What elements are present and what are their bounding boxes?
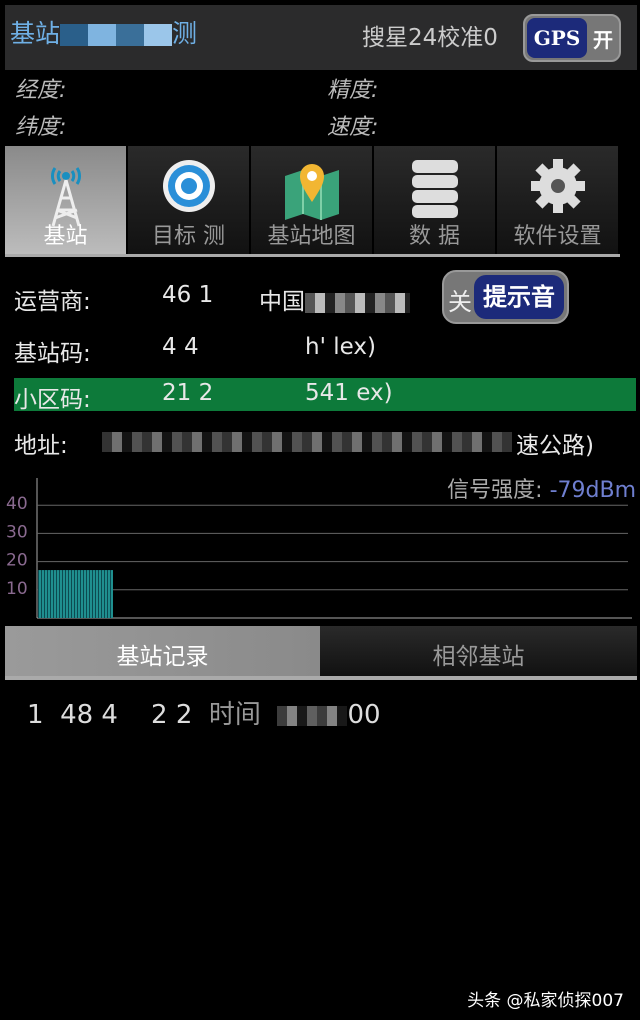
tab-label: 基站	[43, 224, 88, 249]
satellite-status: 搜星24校准0	[362, 25, 498, 51]
beep-toggle[interactable]: 关提示音	[442, 270, 569, 324]
operator-label: 运营商:	[14, 289, 91, 315]
signal-chart: 40 30 20 10	[6, 478, 632, 619]
gps-toggle[interactable]: GPS 开	[523, 14, 621, 62]
title-start: 基站	[10, 19, 61, 48]
cell-label: 小区码:	[14, 387, 91, 413]
bottom-tabs: 基站记录 相邻基站	[5, 626, 637, 680]
app-title: 基站 测	[10, 14, 197, 50]
record-time: 00	[347, 700, 381, 730]
lac-value: 4 4	[162, 334, 199, 360]
tab-divider	[5, 254, 620, 257]
record-cid: 48 4	[60, 700, 118, 730]
map-pin-icon	[284, 164, 339, 220]
tab-label: 数 据	[409, 224, 460, 249]
longitude-label: 经度:	[15, 78, 67, 103]
lac-hex: h' lex)	[305, 334, 376, 360]
beep-toggle-knob: 提示音	[474, 275, 564, 319]
tab-label: 软件设置	[513, 224, 602, 249]
accuracy-label: 精度:	[327, 78, 379, 103]
y-tick-label: 20	[6, 551, 28, 571]
watermark: 头条 @私家侦探007	[467, 991, 624, 1011]
cell-value: 21 2	[162, 380, 214, 406]
title-end: 测	[172, 19, 198, 48]
operator-row: 运营商: 46 1 中国	[14, 282, 410, 316]
address-value: 速公路)	[516, 433, 594, 459]
redacted-mosaic	[102, 432, 512, 452]
record-lac: 2 2	[151, 700, 193, 730]
record-index: 1	[27, 700, 44, 730]
tab-station-records[interactable]: 基站记录	[5, 626, 320, 680]
main-tabs: 基站 目标 测 基站地图 数 据 软件设置	[5, 146, 620, 256]
tab-label: 目标 测	[152, 224, 225, 249]
record-row[interactable]: 1 48 4 2 2 时间 00	[27, 694, 381, 731]
tab-data[interactable]: 数 据	[374, 146, 497, 256]
lac-label: 基站码:	[14, 341, 91, 367]
tab-base-station[interactable]: 基站	[5, 146, 128, 256]
latitude-label: 纬度:	[15, 115, 67, 140]
tab-neighbor-stations[interactable]: 相邻基站	[320, 626, 637, 680]
tab-label: 基站地图	[267, 224, 356, 249]
y-tick-label: 30	[6, 522, 28, 542]
tab-station-map[interactable]: 基站地图	[251, 146, 374, 256]
address-row: 地址: 速公路)	[14, 426, 594, 460]
redacted-mosaic	[60, 24, 173, 46]
cell-hex: 541 ex)	[305, 380, 393, 406]
target-icon	[162, 160, 215, 212]
address-label: 地址:	[14, 433, 68, 459]
operator-name: 中国	[259, 282, 410, 316]
lac-row: 基站码: 4 4 h' lex)	[14, 334, 376, 368]
cell-row[interactable]: 小区码: 21 2 541 ex)	[14, 380, 393, 414]
gps-state-label: 开	[593, 28, 613, 52]
speed-label: 速度:	[327, 115, 379, 140]
gear-icon	[530, 159, 585, 213]
y-tick-label: 10	[6, 579, 28, 599]
tab-target[interactable]: 目标 测	[128, 146, 251, 256]
signal-bar	[38, 570, 113, 618]
tab-settings[interactable]: 软件设置	[497, 146, 620, 256]
operator-code: 46 1	[162, 282, 214, 308]
y-tick-label: 40	[6, 494, 28, 514]
database-icon	[411, 160, 458, 218]
gps-toggle-knob: GPS	[527, 18, 587, 58]
redacted-mosaic	[277, 705, 348, 726]
beep-off-label: 关	[448, 288, 472, 316]
record-time-label: 时间	[208, 700, 261, 730]
